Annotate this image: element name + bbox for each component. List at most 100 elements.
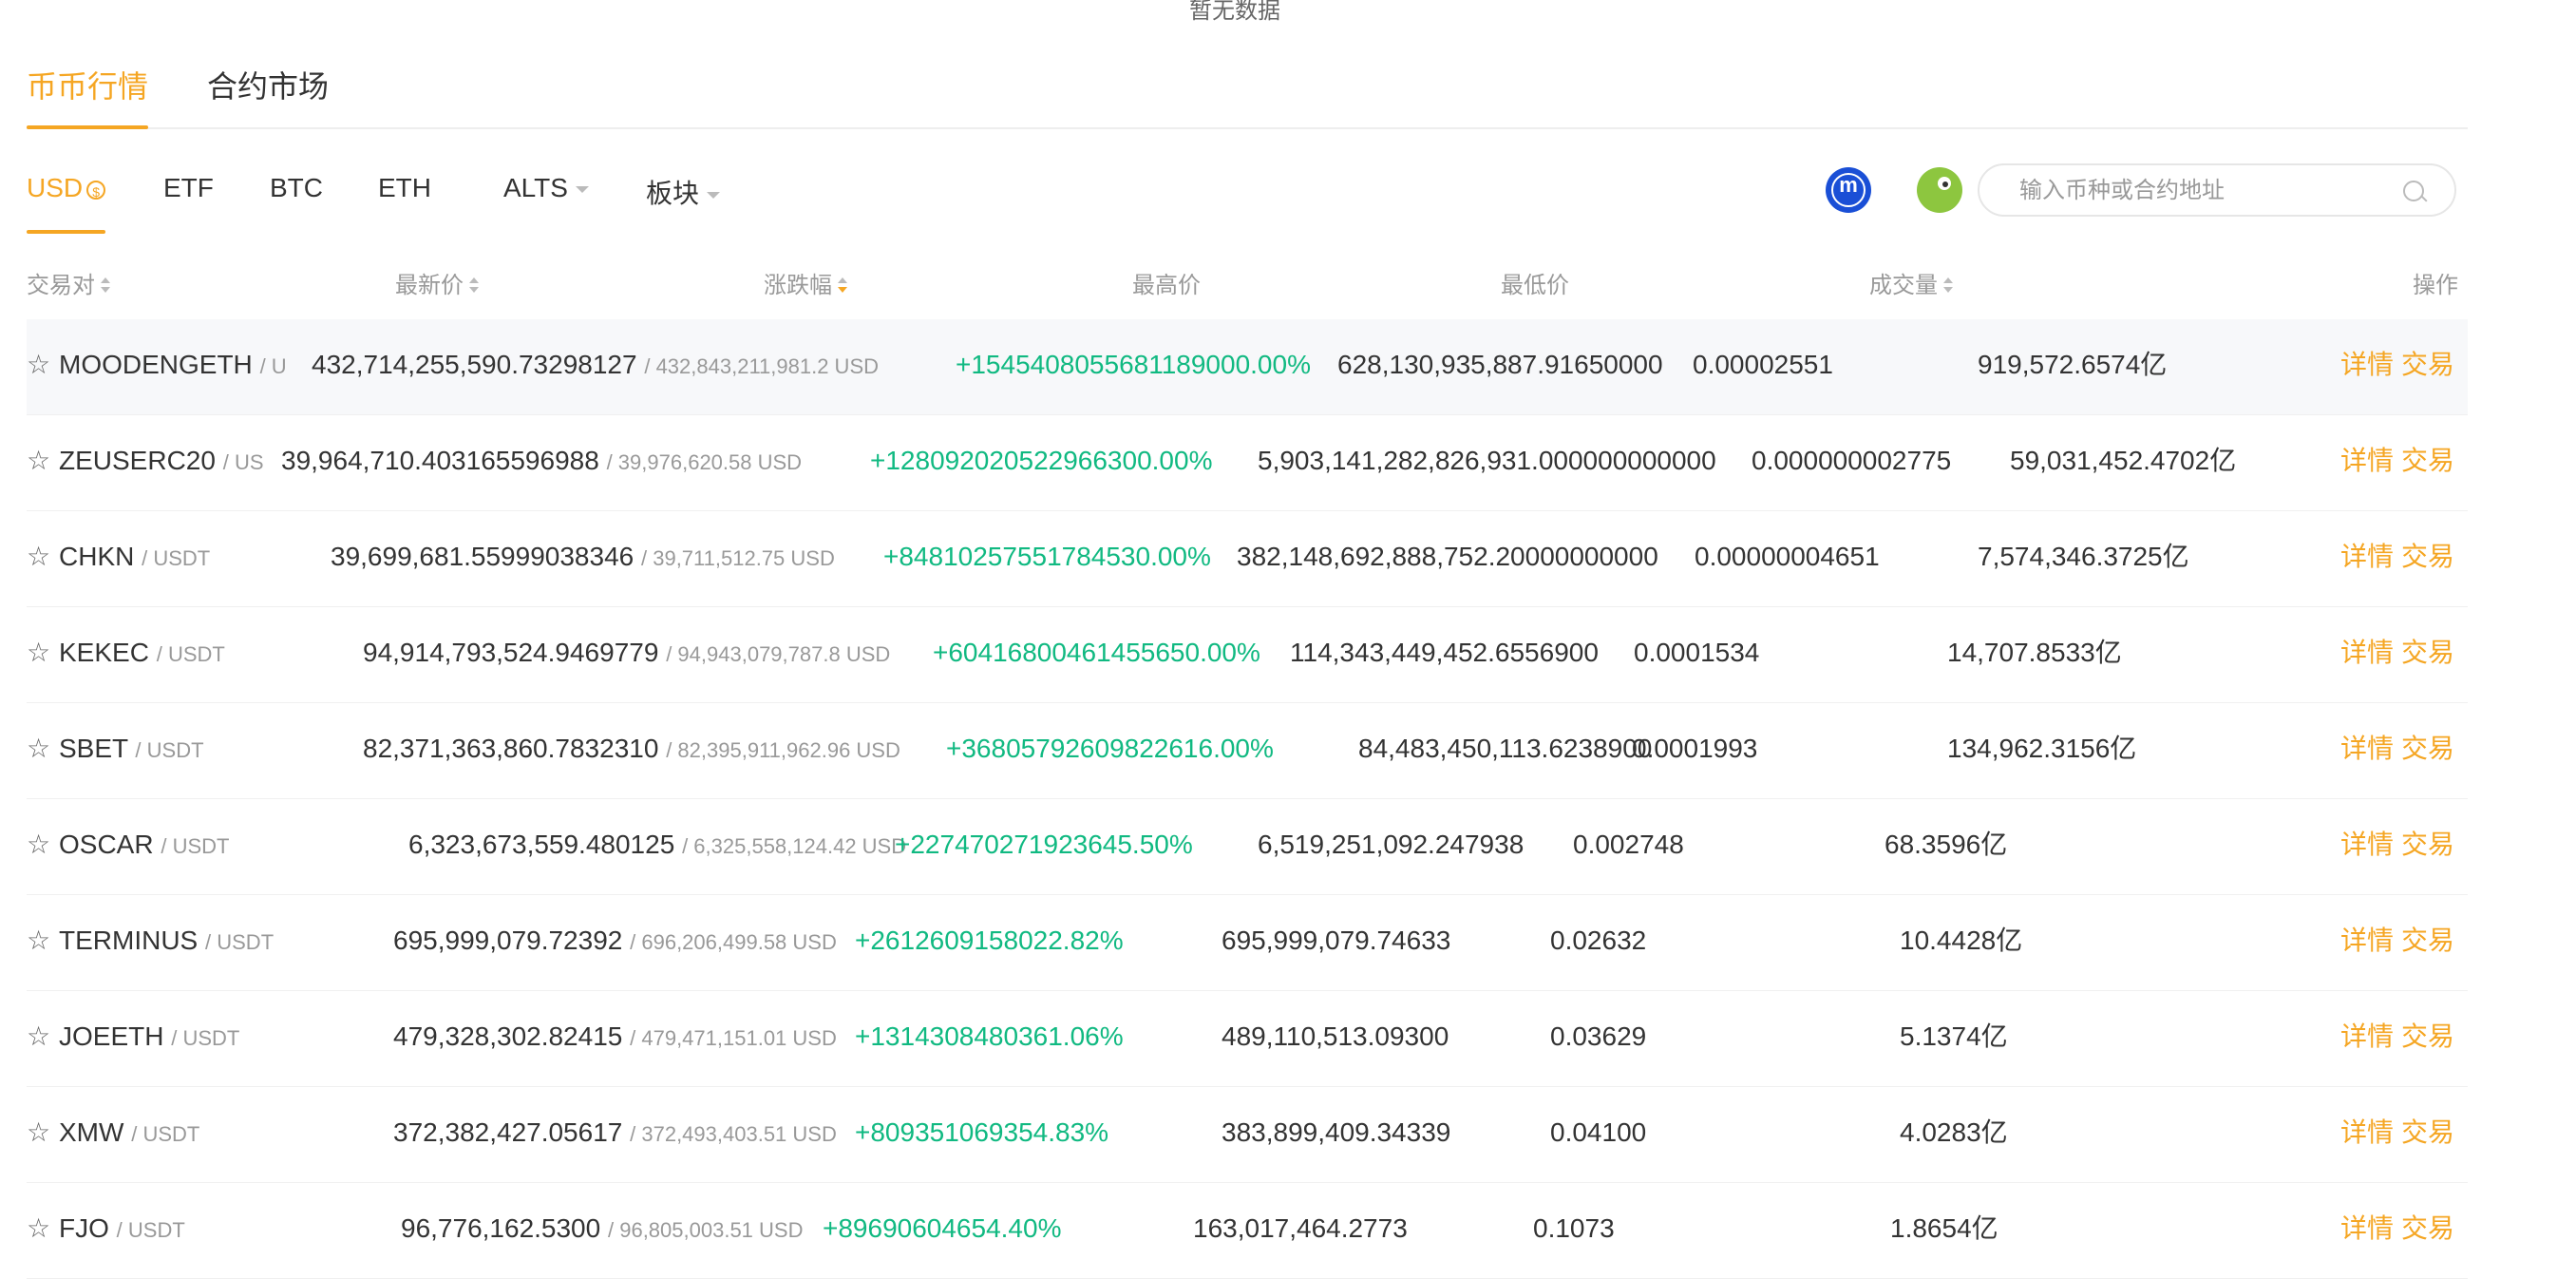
subtab-etf[interactable]: ETF — [163, 173, 214, 203]
usd-price: / 432,843,211,981.2 USD — [644, 354, 880, 378]
trade-link[interactable]: 交易 — [2401, 830, 2454, 859]
trade-link[interactable]: 交易 — [2401, 542, 2454, 571]
sort-icon — [469, 277, 479, 296]
symbol[interactable]: TERMINUS — [59, 926, 198, 955]
pair-cell: ☆ OSCAR / USDT — [27, 826, 229, 866]
star-icon[interactable]: ☆ — [27, 826, 59, 864]
high-price: 695,999,079.74633 — [1222, 926, 1451, 955]
last-price-cell: 372,382,427.05617 / 372,493,403.51 USD — [393, 1114, 837, 1154]
high-price: 489,110,513.09300 — [1222, 1021, 1449, 1051]
col-low: 最低价 — [1501, 273, 1569, 298]
trade-link[interactable]: 交易 — [2401, 446, 2454, 475]
pair-cell: ☆ MOODENGETH / U — [27, 346, 287, 386]
last-price: 695,999,079.72392 — [393, 926, 623, 955]
last-price: 94,914,793,524.9469779 — [363, 638, 659, 667]
star-icon[interactable]: ☆ — [27, 634, 59, 672]
trade-link[interactable]: 交易 — [2401, 1117, 2454, 1147]
subtab-btc[interactable]: BTC — [270, 173, 323, 203]
ops-cell: 详情 交易 — [2333, 538, 2454, 576]
detail-link[interactable]: 详情 — [2340, 350, 2394, 379]
low-price: 0.000000002775 — [1752, 446, 1952, 475]
symbol[interactable]: XMW — [59, 1117, 123, 1147]
coinmarketcap-icon[interactable]: m — [1826, 167, 1871, 213]
subtab-usd[interactable]: USD $ — [27, 173, 106, 234]
trade-link[interactable]: 交易 — [2401, 638, 2454, 667]
low-price: 0.03629 — [1550, 1021, 1647, 1051]
volume: 10.4428亿 — [1900, 926, 2023, 955]
detail-link[interactable]: 详情 — [2340, 1021, 2394, 1051]
detail-link[interactable]: 详情 — [2340, 1213, 2394, 1243]
tab-spot-market[interactable]: 币币行情 — [27, 63, 149, 129]
search-input[interactable] — [2017, 175, 2382, 207]
trade-link[interactable]: 交易 — [2401, 1021, 2454, 1051]
subtab-sectors[interactable]: 板块 — [646, 173, 721, 211]
star-icon[interactable]: ☆ — [27, 1210, 59, 1248]
table-row[interactable]: ☆ KEKEC / USDT 94,914,793,524.9469779 / 94… — [27, 607, 2468, 703]
trade-link[interactable]: 交易 — [2401, 350, 2454, 379]
col-change[interactable]: 涨跌幅 — [764, 266, 847, 299]
col-last-price[interactable]: 最新价 — [395, 266, 479, 299]
table-row[interactable]: ☆ TERMINUS / USDT 695,999,079.72392 / 696,… — [27, 895, 2468, 991]
tab-futures-market[interactable]: 合约市场 — [207, 63, 329, 106]
table-row[interactable]: ☆ XMW / USDT 372,382,427.05617 / 372,493,4… — [27, 1087, 2468, 1183]
table-row[interactable]: ☆ ZEUSERC20 / US 39,964,710.403165596988 /… — [27, 415, 2468, 511]
symbol[interactable]: KEKEC — [59, 638, 149, 667]
col-volume[interactable]: 成交量 — [1869, 266, 1953, 299]
detail-link[interactable]: 详情 — [2340, 1117, 2394, 1147]
symbol[interactable]: CHKN — [59, 542, 134, 571]
usd-price: / 39,976,620.58 USD — [606, 450, 803, 474]
detail-link[interactable]: 详情 — [2340, 542, 2394, 571]
detail-link[interactable]: 详情 — [2340, 446, 2394, 475]
star-icon[interactable]: ☆ — [27, 346, 59, 384]
volume: 134,962.3156亿 — [1947, 734, 2137, 763]
symbol[interactable]: JOEETH — [59, 1021, 163, 1051]
high-price: 628,130,935,887.91650000 — [1337, 350, 1663, 379]
low-price: 0.1073 — [1533, 1213, 1615, 1243]
detail-link[interactable]: 详情 — [2340, 830, 2394, 859]
table-row[interactable]: ☆ JOEETH / USDT 479,328,302.82415 / 479,47… — [27, 991, 2468, 1087]
star-icon[interactable]: ☆ — [27, 442, 59, 480]
usd-price: / 96,805,003.51 USD — [608, 1218, 804, 1242]
symbol[interactable]: ZEUSERC20 — [59, 446, 216, 475]
table-row[interactable]: ☆ CHKN / USDT 39,699,681.55999038346 / 39,… — [27, 511, 2468, 607]
star-icon[interactable]: ☆ — [27, 538, 59, 576]
symbol[interactable]: OSCAR — [59, 830, 154, 859]
table-row[interactable]: ☆ SBET / USDT 82,371,363,860.7832310 / 82,… — [27, 703, 2468, 799]
subtab-alts[interactable]: ALTS — [503, 173, 589, 203]
detail-link[interactable]: 详情 — [2340, 638, 2394, 667]
col-pair[interactable]: 交易对 — [27, 266, 110, 299]
detail-link[interactable]: 详情 — [2340, 734, 2394, 763]
detail-link[interactable]: 详情 — [2340, 926, 2394, 955]
subtab-eth[interactable]: ETH — [378, 173, 431, 203]
star-icon[interactable]: ☆ — [27, 730, 59, 768]
table-row[interactable]: ☆ OSCAR / USDT 6,323,673,559.480125 / 6,32… — [27, 799, 2468, 895]
table-header: 交易对 最新价 涨跌幅 最高价 最低价 成交量 操作 — [27, 257, 2468, 302]
table-row[interactable]: ☆ FJO / USDT 96,776,162.5300 / 96,805,003.… — [27, 1183, 2468, 1279]
trade-link[interactable]: 交易 — [2401, 926, 2454, 955]
empty-notice: 暂无数据 — [1189, 0, 1280, 24]
sort-icon — [1943, 277, 1953, 296]
symbol[interactable]: SBET — [59, 734, 128, 763]
symbol[interactable]: MOODENGETH — [59, 350, 253, 379]
volume: 5.1374亿 — [1900, 1021, 2008, 1051]
change-percent: +809351069354.83% — [855, 1117, 1109, 1147]
coingecko-icon[interactable] — [1917, 167, 1962, 213]
high-price: 114,343,449,452.6556900 — [1290, 638, 1599, 667]
table-row[interactable]: ☆ MOODENGETH / U 432,714,255,590.73298127 … — [27, 319, 2468, 415]
pair-cell: ☆ XMW / USDT — [27, 1114, 199, 1154]
trade-link[interactable]: 交易 — [2401, 1213, 2454, 1243]
quote-currency: / USDT — [156, 642, 225, 666]
last-price: 6,323,673,559.480125 — [408, 830, 675, 859]
volume: 59,031,452.4702亿 — [2010, 446, 2237, 475]
trade-link[interactable]: 交易 — [2401, 734, 2454, 763]
star-icon[interactable]: ☆ — [27, 1018, 59, 1056]
star-icon[interactable]: ☆ — [27, 922, 59, 960]
search-icon[interactable] — [2403, 181, 2424, 201]
symbol[interactable]: FJO — [59, 1213, 109, 1243]
high-price: 163,017,464.2773 — [1193, 1213, 1408, 1243]
high-price: 383,899,409.34339 — [1222, 1117, 1451, 1147]
pair-cell: ☆ TERMINUS / USDT — [27, 922, 274, 962]
ops-cell: 详情 交易 — [2333, 730, 2454, 768]
star-icon[interactable]: ☆ — [27, 1114, 59, 1152]
search-box — [1978, 163, 2456, 217]
